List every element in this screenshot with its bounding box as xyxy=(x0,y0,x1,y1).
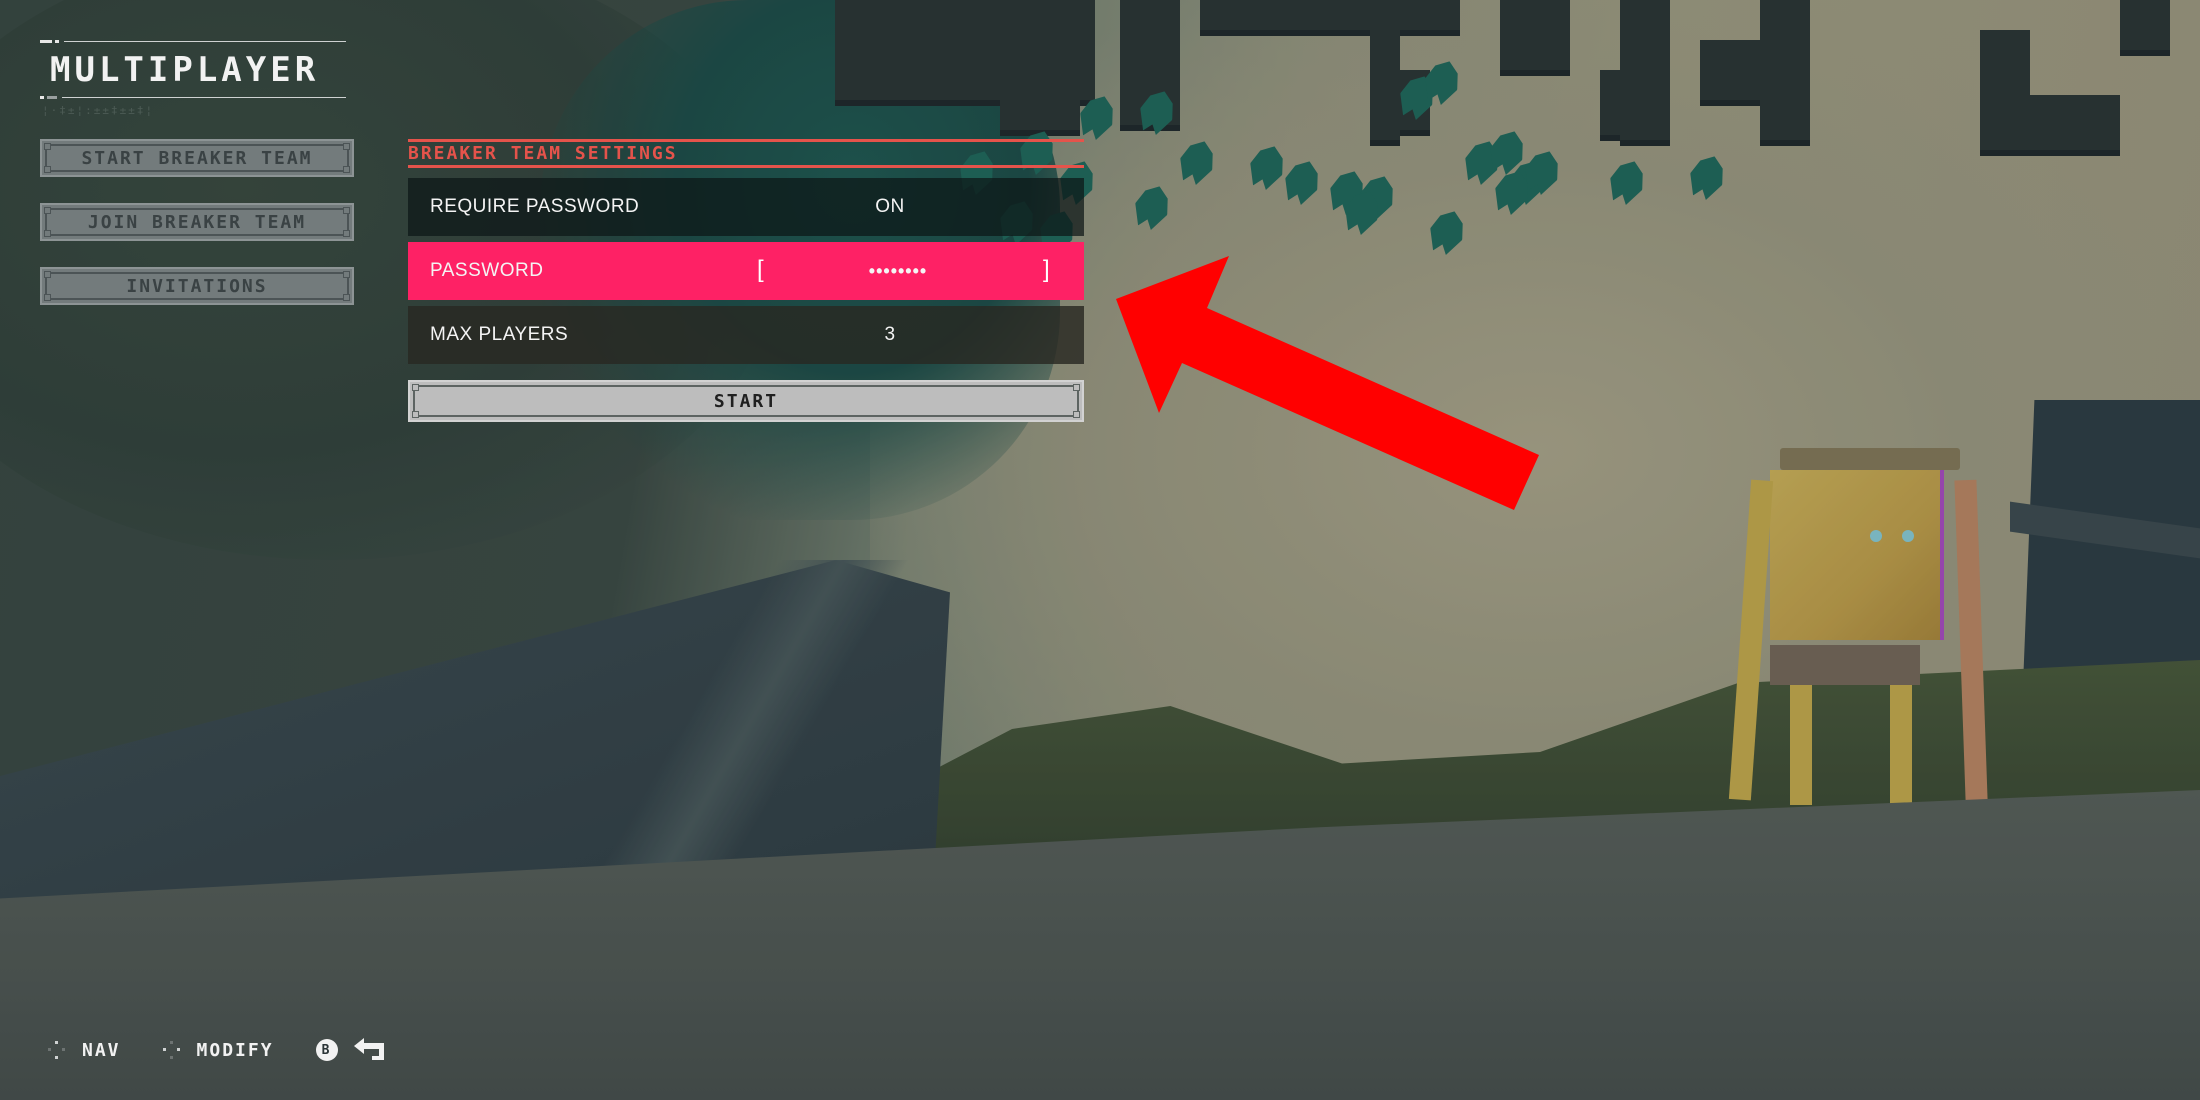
setting-label: MAX PLAYERS xyxy=(430,324,569,345)
password-field[interactable]: •••••••• xyxy=(869,261,927,282)
frame-corner xyxy=(1073,384,1080,391)
frame-corner xyxy=(343,294,350,301)
page-title: MULTIPLAYER xyxy=(50,50,320,90)
rule-dash xyxy=(55,40,59,43)
button-label: START xyxy=(713,390,779,412)
setting-label: PASSWORD xyxy=(430,260,544,281)
field-bracket-right: ] xyxy=(1043,255,1050,283)
password-row[interactable]: PASSWORD [ •••••••• ] xyxy=(408,242,1084,300)
frame-corner xyxy=(343,207,350,214)
settings-bottom-rule xyxy=(408,165,1084,168)
hint-back[interactable]: B xyxy=(315,1038,388,1062)
settings-title: BREAKER TEAM SETTINGS xyxy=(408,143,678,164)
frame-corner xyxy=(44,166,51,173)
dpad-vertical-icon xyxy=(48,1041,66,1059)
require-password-row[interactable]: REQUIRE PASSWORD ON xyxy=(408,178,1084,236)
frame-corner xyxy=(343,166,350,173)
breaker-team-settings-panel: BREAKER TEAM SETTINGS REQUIRE PASSWORD O… xyxy=(408,139,1084,422)
button-label: START BREAKER TEAM xyxy=(81,147,313,169)
setting-label: REQUIRE PASSWORD xyxy=(430,196,640,217)
rule-dash xyxy=(40,40,52,43)
frame-corner xyxy=(343,143,350,150)
rule-dash xyxy=(47,96,57,99)
invitations-button[interactable]: INVITATIONS xyxy=(40,267,354,305)
back-arrow-icon xyxy=(353,1038,384,1060)
frame-corner xyxy=(44,230,51,237)
title-subtitle-glyphs: ¦·‡±¦:±±‡±±‡¦ xyxy=(42,104,155,117)
side-menu: START BREAKER TEAM JOIN BREAKER TEAM INV… xyxy=(40,139,354,331)
rule-line xyxy=(64,41,346,42)
frame-corner xyxy=(412,384,419,391)
controller-hints-bar: NAV MODIFY B xyxy=(48,1036,430,1064)
join-breaker-team-button[interactable]: JOIN BREAKER TEAM xyxy=(40,203,354,241)
title-bottom-rule xyxy=(40,96,350,100)
button-label: INVITATIONS xyxy=(126,275,268,297)
frame-corner xyxy=(44,143,51,150)
frame-corner xyxy=(44,207,51,214)
start-button[interactable]: START xyxy=(408,380,1084,422)
frame-corner xyxy=(44,271,51,278)
button-label: JOIN BREAKER TEAM xyxy=(87,211,307,233)
hint-nav-label: NAV xyxy=(82,1039,121,1061)
frame-corner xyxy=(44,294,51,301)
frame-corner xyxy=(343,271,350,278)
hint-modify-label: MODIFY xyxy=(196,1039,274,1061)
field-bracket-left: [ xyxy=(757,255,764,283)
frame-corner xyxy=(343,230,350,237)
frame-corner xyxy=(412,411,419,418)
page-title-block: MULTIPLAYER ¦·‡±¦:±±‡±±‡¦ xyxy=(40,40,350,117)
frame-corner xyxy=(1073,411,1080,418)
require-password-toggle-value[interactable]: ON xyxy=(875,196,905,218)
max-players-row[interactable]: MAX PLAYERS 3 xyxy=(408,306,1084,364)
settings-list: REQUIRE PASSWORD ON PASSWORD [ •••••••• … xyxy=(408,178,1084,364)
title-top-rule xyxy=(40,40,350,44)
dpad-horizontal-icon xyxy=(162,1041,181,1059)
b-button-icon: B xyxy=(315,1039,338,1061)
hint-modify: MODIFY xyxy=(162,1039,274,1061)
rule-line xyxy=(62,97,346,98)
max-players-value[interactable]: 3 xyxy=(884,324,895,346)
start-breaker-team-button[interactable]: START BREAKER TEAM xyxy=(40,139,354,177)
rule-dash xyxy=(40,96,44,99)
hint-nav: NAV xyxy=(48,1040,121,1061)
